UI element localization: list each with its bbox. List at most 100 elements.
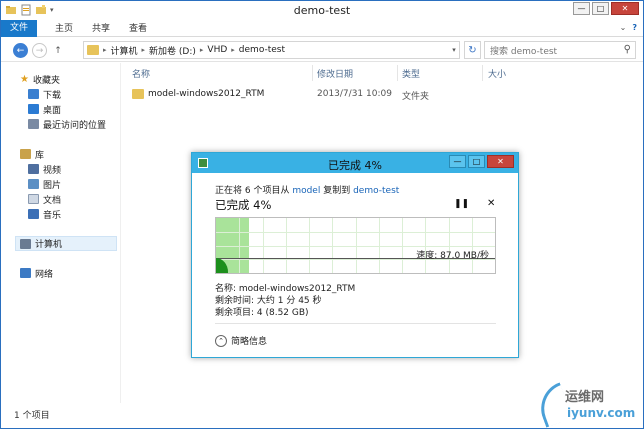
sidebar-libraries[interactable]: 库: [20, 148, 45, 161]
grid-line: [379, 218, 380, 273]
sidebar-item-label: 最近访问的位置: [43, 120, 107, 131]
address-bar[interactable]: ▸ 计算机 ▸ 新加卷 (D:) ▸ VHD ▸ demo-test: [83, 41, 460, 59]
chevron-right-icon[interactable]: ▸: [103, 46, 107, 54]
breadcrumb-vhd[interactable]: VHD: [207, 45, 227, 55]
breadcrumb-demo-test[interactable]: demo-test: [239, 45, 285, 55]
music-icon: [28, 209, 39, 219]
percent-complete: 已完成 4%: [215, 198, 272, 212]
close-button[interactable]: ✕: [611, 2, 639, 15]
ribbon-tabs: 文件 主页 共享 查看 ⌄ ?: [1, 20, 643, 37]
breadcrumb-drive[interactable]: 新加卷 (D:): [149, 44, 196, 57]
sidebar-item-music[interactable]: 音乐: [28, 208, 62, 221]
tab-view[interactable]: 查看: [121, 22, 155, 36]
sidebar-item-label: 库: [35, 150, 45, 161]
title-bar: ▾ demo-test — □ ✕: [1, 1, 643, 20]
sidebar-item-recent[interactable]: 最近访问的位置: [28, 118, 107, 131]
arrow-left-icon: ←: [16, 45, 25, 56]
search-placeholder: 搜索 demo-test: [490, 46, 558, 57]
column-header-date[interactable]: 修改日期: [317, 67, 353, 80]
column-header-name[interactable]: 名称: [132, 67, 150, 80]
ribbon-expand-icon[interactable]: ⌄: [620, 23, 627, 32]
fewer-details-button[interactable]: ⌃ 简略信息: [215, 334, 267, 347]
copy-description: 正在将 6 个项目从 model 复制到 demo-test: [215, 183, 399, 196]
source-link[interactable]: model: [292, 186, 320, 196]
tab-home[interactable]: 主页: [47, 22, 81, 36]
item-count: 1 个项目: [14, 411, 50, 421]
sidebar-item-label: 收藏夹: [32, 75, 60, 86]
window-title: demo-test: [293, 4, 351, 17]
documents-icon: [28, 194, 39, 204]
chevron-right-icon[interactable]: ▸: [200, 46, 204, 54]
pane-divider[interactable]: [120, 63, 121, 403]
chevron-right-icon[interactable]: ▸: [231, 46, 235, 54]
recent-places-icon: [28, 119, 39, 129]
dialog-close-button[interactable]: ✕: [487, 155, 514, 168]
arrow-up-icon: ↑: [54, 45, 62, 56]
cancel-button[interactable]: ✕: [487, 198, 495, 209]
sidebar-item-label: 桌面: [43, 105, 62, 116]
dialog-minimize-button[interactable]: —: [449, 155, 466, 168]
minimize-button[interactable]: —: [573, 2, 590, 15]
window-controls: — □ ✕: [573, 2, 639, 15]
watermark-line2: iyunv.com: [567, 406, 636, 420]
computer-icon: [20, 238, 31, 249]
network-icon: [20, 268, 31, 278]
transfer-speed-graph: 速度: 87.0 MB/秒: [215, 217, 496, 274]
refresh-icon: ↻: [468, 44, 477, 56]
library-icon: [20, 149, 31, 159]
grid-line: [286, 218, 287, 273]
tab-file[interactable]: 文件: [1, 20, 38, 37]
table-row[interactable]: model-windows2012_RTM 2013/7/31 10:09 文件…: [128, 87, 458, 102]
sidebar-item-label: 文档: [43, 195, 62, 206]
search-icon[interactable]: ⚲: [624, 44, 631, 55]
sidebar-item-label: 计算机: [35, 240, 63, 250]
grid-line: [309, 218, 310, 273]
grid-line: [356, 218, 357, 273]
file-name: model-windows2012_RTM: [148, 89, 265, 99]
chevron-up-icon: ⌃: [215, 334, 227, 347]
sidebar-item-computer[interactable]: 计算机: [15, 236, 117, 251]
sidebar-item-videos[interactable]: 视频: [28, 163, 61, 176]
sidebar-item-downloads[interactable]: 下载: [28, 88, 62, 101]
address-dropdown-icon[interactable]: ▾: [448, 41, 460, 59]
copy-prefix: 正在将 6 个项目从: [215, 186, 293, 196]
sidebar-item-network[interactable]: 网络: [20, 267, 53, 280]
column-header-type[interactable]: 类型: [402, 67, 420, 80]
grid-line: [263, 218, 264, 273]
items-remaining: 剩余项目: 4 (8.52 GB): [215, 308, 309, 318]
column-divider[interactable]: [312, 65, 313, 81]
up-button[interactable]: ↑: [53, 43, 63, 58]
chevron-right-icon[interactable]: ▸: [142, 46, 146, 54]
back-button[interactable]: ←: [13, 43, 28, 58]
speed-label: 速度: 87.0 MB/秒: [416, 251, 489, 261]
divider: [215, 323, 496, 324]
tab-share[interactable]: 共享: [84, 22, 118, 36]
dialog-title-bar[interactable]: 已完成 4% — □ ✕: [192, 153, 518, 173]
refresh-button[interactable]: ↻: [464, 41, 481, 59]
file-type: 文件夹: [402, 92, 430, 102]
navigation-pane: ★ 收藏夹 下载 桌面 最近访问的位置 库 视频 图片 文档 音乐 计算机 网络: [1, 63, 120, 403]
sidebar-item-desktop[interactable]: 桌面: [28, 103, 62, 116]
column-header-size[interactable]: 大小: [488, 67, 506, 80]
star-icon: ★: [20, 73, 29, 85]
search-input[interactable]: 搜索 demo-test ⚲: [484, 41, 636, 59]
column-divider[interactable]: [482, 65, 483, 81]
video-icon: [28, 164, 39, 174]
sidebar-item-pictures[interactable]: 图片: [28, 178, 61, 191]
sidebar-item-label: 下载: [43, 90, 62, 101]
sidebar-favorites[interactable]: ★ 收藏夹: [20, 73, 60, 86]
sidebar-item-documents[interactable]: 文档: [28, 193, 62, 206]
destination-link[interactable]: demo-test: [353, 186, 399, 196]
sidebar-item-label: 音乐: [43, 210, 62, 221]
pictures-icon: [28, 179, 39, 189]
help-icon[interactable]: ?: [632, 23, 637, 32]
breadcrumb-computer[interactable]: 计算机: [111, 44, 138, 57]
pause-button[interactable]: ❚❚: [454, 199, 469, 209]
column-divider[interactable]: [397, 65, 398, 81]
copy-mid: 复制到: [320, 186, 354, 196]
dialog-body: 正在将 6 个项目从 model 复制到 demo-test 已完成 4% ❚❚…: [197, 173, 515, 354]
grid-line: [449, 218, 450, 273]
forward-button[interactable]: →: [32, 43, 47, 58]
maximize-button[interactable]: □: [592, 2, 609, 15]
dialog-maximize-button[interactable]: □: [468, 155, 485, 168]
